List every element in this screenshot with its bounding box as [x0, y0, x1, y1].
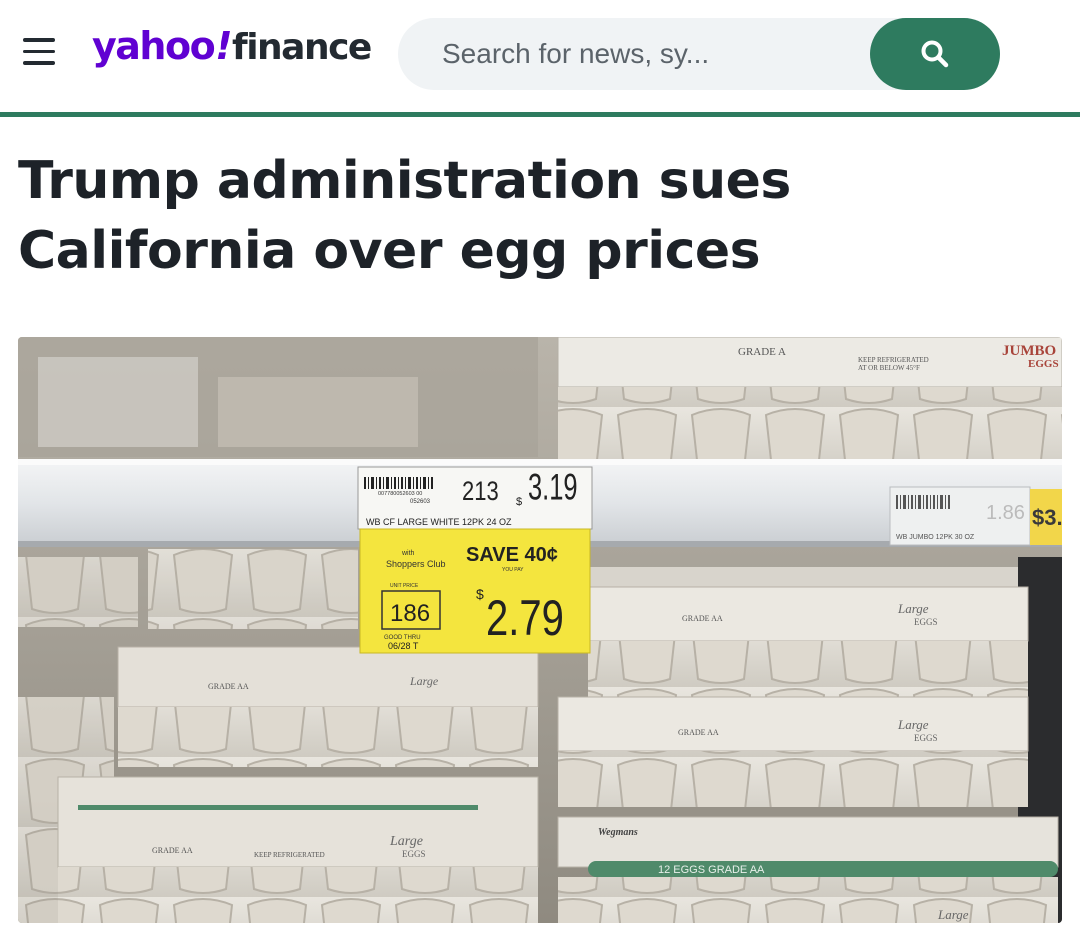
carton-bottom-grade-text: GRADE AA — [152, 846, 193, 855]
header-divider — [0, 112, 1080, 117]
yahoo-finance-logo[interactable]: yahoo ! finance — [92, 24, 372, 84]
carton-bottom-eggs-text: EGGS — [402, 849, 426, 859]
right-tag-price: 1.86 — [986, 502, 1025, 524]
logo-yahoo-text: yahoo — [92, 24, 216, 68]
tag-save-text: SAVE 40¢ — [466, 544, 558, 566]
tag-you-pay-label: YOU PAY — [502, 567, 524, 573]
carton-brand-text: Wegmans — [598, 827, 638, 838]
cartons-right: GRADE AA Large EGGS GRADE AA Large EGGS … — [557, 567, 1059, 923]
carton-bottom-keep-text: KEEP REFRIGERATED — [254, 851, 325, 859]
carton-r1-eggs-text: EGGS — [914, 617, 938, 627]
article-headline: Trump administration sues California ove… — [18, 151, 791, 281]
tag-item-code: 052603 — [410, 499, 431, 505]
carton-count-text: 12 EGGS GRADE AA — [658, 864, 765, 876]
carton-r1-large-text: Large — [897, 601, 929, 616]
tag-club-unit-price: 186 — [390, 600, 430, 627]
logo-bang: ! — [215, 24, 232, 68]
hamburger-menu-icon[interactable] — [20, 34, 58, 70]
carton-r2-eggs-text: EGGS — [914, 733, 938, 743]
article-hero-image[interactable]: GRADE A KEEP REFRIGERATED AT OR BELOW 45… — [18, 337, 1062, 923]
carton-jumbo-text: JUMBO — [1002, 343, 1056, 359]
carton-grade-a-text: GRADE A — [738, 346, 786, 358]
search-bar — [398, 18, 1000, 90]
tag-price: 3.19 — [528, 466, 578, 508]
right-tag-desc: WB JUMBO 12PK 30 OZ — [896, 534, 975, 541]
carton-r1-grade-text: GRADE AA — [682, 614, 723, 623]
tag-barcode-number: 007780052603 00 — [378, 491, 422, 497]
tag-with-label: with — [401, 550, 415, 557]
carton-below-text: AT OR BELOW 45°F — [858, 364, 920, 372]
search-button[interactable] — [870, 18, 1000, 90]
main-shelf-tag: 007780052603 00 052603 213 $ 3.19 WB CF … — [357, 466, 593, 530]
tag-club-label: Shoppers Club — [386, 559, 446, 569]
carton-keep-text: KEEP REFRIGERATED — [858, 356, 929, 364]
tag-club-price-dollar: $ — [476, 586, 484, 602]
carton-r3-large-text: Large — [937, 907, 969, 922]
carton-jumbo-eggs-text: EGGS — [1028, 358, 1059, 370]
tag-club-price: 2.79 — [486, 590, 564, 646]
tag-price-dollar: $ — [516, 496, 522, 508]
search-icon — [921, 40, 949, 68]
site-header: yahoo ! finance — [0, 0, 1080, 112]
search-input[interactable] — [442, 18, 862, 90]
tag-description: WB CF LARGE WHITE 12PK 24 OZ — [366, 517, 512, 527]
right-tag-price2: $3. — [1032, 505, 1062, 530]
tag-unit-price-label: UNIT PRICE — [390, 583, 419, 589]
tag-good-thru-date: 06/28 T — [388, 641, 419, 651]
carton-left-large-text: Large — [409, 674, 439, 688]
logo-finance-text: finance — [232, 27, 372, 68]
carton-left-grade-text: GRADE AA — [208, 682, 249, 691]
tag-unit-price: 213 — [462, 477, 499, 506]
carton-r2-large-text: Large — [897, 717, 929, 732]
carton-top-right: GRADE A KEEP REFRIGERATED AT OR BELOW 45… — [557, 337, 1062, 463]
carton-bottom-large-text: Large — [389, 834, 423, 849]
carton-r2-grade-text: GRADE AA — [678, 728, 719, 737]
club-price-tag: with Shoppers Club UNIT PRICE 186 GOOD T… — [359, 528, 591, 654]
right-shelf-tag: WB JUMBO 12PK 30 OZ 1.86 $3. — [889, 486, 1062, 546]
